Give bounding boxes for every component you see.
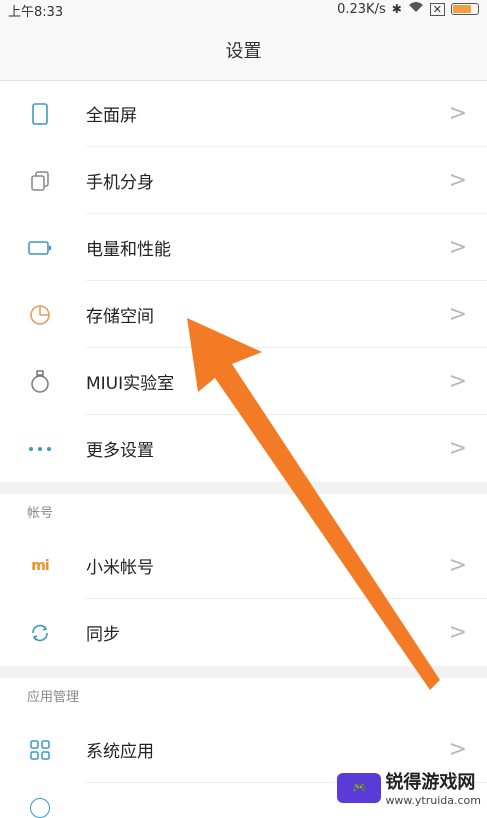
chevron-right-icon: > — [448, 620, 467, 645]
chevron-right-icon: > — [448, 369, 467, 394]
settings-item-more-settings[interactable]: 更多设置 > — [0, 415, 487, 482]
chevron-right-icon: > — [448, 168, 467, 193]
gamepad-logo-icon: 🎮 — [337, 772, 382, 803]
phone-icon — [27, 101, 53, 127]
wifi-icon — [408, 1, 424, 17]
sim-icon: ✕ — [429, 2, 445, 16]
item-label: MIUI实验室 — [86, 374, 175, 394]
page-title: 设置 — [225, 41, 262, 62]
grid-apps-icon — [27, 737, 53, 763]
partial-next-row-icon — [30, 798, 50, 818]
item-label: 系统应用 — [86, 742, 154, 762]
chevron-right-icon: > — [448, 101, 467, 126]
item-label: 电量和性能 — [86, 240, 171, 260]
chevron-right-icon: > — [448, 737, 467, 762]
chevron-right-icon: > — [448, 436, 467, 461]
watermark: 🎮 锐得游戏网 www.ytruida.com — [337, 768, 481, 807]
more-dots-icon — [27, 436, 53, 462]
network-speed: 0.23K/s — [337, 1, 386, 17]
mi-logo-icon: mi — [31, 557, 49, 574]
status-time: 上午8:33 — [8, 5, 64, 20]
settings-item-mi-account[interactable]: mi 小米帐号 > — [0, 532, 487, 599]
item-label: 更多设置 — [86, 441, 154, 461]
chevron-right-icon: > — [448, 302, 467, 327]
battery-icon — [27, 235, 53, 261]
storage-pie-icon — [27, 302, 53, 328]
watermark-name: 锐得游戏网 — [385, 772, 476, 793]
clone-icon — [27, 168, 53, 194]
page-title-bar: 设置 — [0, 20, 487, 81]
settings-item-miui-lab[interactable]: MIUI实验室 > — [0, 348, 487, 415]
section-title-account: 帐号 — [27, 506, 54, 521]
chevron-right-icon: > — [448, 553, 467, 578]
status-bar: 上午8:33 0.23K/s ✱ ✕ — [0, 0, 487, 20]
battery-status-icon — [451, 3, 479, 15]
settings-item-storage[interactable]: 存储空间 > — [0, 281, 487, 348]
section-title-apps: 应用管理 — [27, 690, 80, 705]
settings-item-dual-apps[interactable]: 手机分身 > — [0, 147, 487, 214]
item-label: 存储空间 — [86, 307, 154, 327]
item-label: 小米帐号 — [86, 558, 154, 578]
section-gap — [0, 482, 487, 494]
settings-item-battery[interactable]: 电量和性能 > — [0, 214, 487, 281]
settings-item-fullscreen[interactable]: 全面屏 > — [0, 80, 487, 147]
sync-icon — [27, 620, 53, 646]
bluetooth-icon: ✱ — [391, 2, 402, 16]
section-gap — [0, 666, 487, 678]
item-label: 同步 — [86, 625, 120, 645]
flask-icon — [27, 369, 53, 395]
item-label: 全面屏 — [86, 106, 137, 126]
chevron-right-icon: > — [448, 235, 467, 260]
settings-item-sync[interactable]: 同步 > — [0, 599, 487, 666]
watermark-url: www.ytruida.com — [385, 794, 481, 807]
item-label: 手机分身 — [86, 173, 154, 193]
